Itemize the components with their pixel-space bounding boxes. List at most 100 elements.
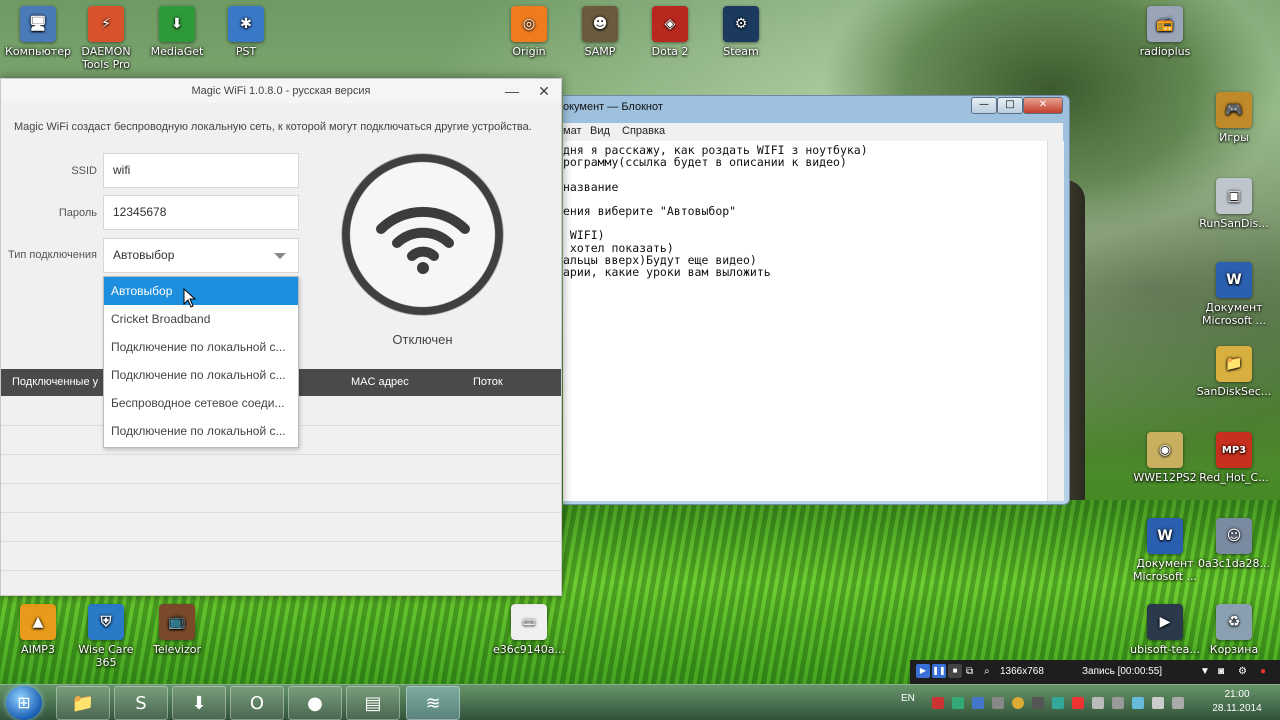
desktop-icon[interactable]: ▶ ubisoft-tea... xyxy=(1127,604,1203,656)
desktop-icon[interactable]: ◉ WWE12PS2 xyxy=(1127,432,1203,484)
notepad-minimize-button[interactable]: — xyxy=(971,97,997,114)
desktop-icon[interactable]: ◈ Dota 2 xyxy=(632,6,708,58)
desktop-icon-label: WWE12PS2 xyxy=(1133,471,1197,484)
flow-column-header[interactable]: Поток xyxy=(473,376,503,388)
desktop-icon[interactable]: 🖥 Компьютер xyxy=(0,6,76,58)
mouse-cursor-icon xyxy=(183,288,197,308)
desktop-icon[interactable]: 📁 SanDiskSec... xyxy=(1196,346,1272,398)
volume-icon[interactable] xyxy=(1152,697,1164,709)
desktop-icon[interactable]: W Документ Microsoft ... xyxy=(1196,262,1272,327)
desktop-icon-label: RunSanDis... xyxy=(1199,217,1269,230)
connection-type-dropdown[interactable]: Автовыбор Cricket Broadband Подключение по… xyxy=(103,276,299,448)
notepad-close-button[interactable]: ✕ xyxy=(1023,97,1063,114)
minimize-button[interactable]: — xyxy=(501,81,523,101)
notepad-maximize-button[interactable]: □ xyxy=(997,97,1023,114)
notepad-line: арии, какие уроки вам выложить xyxy=(563,264,771,279)
tray-icon[interactable] xyxy=(1092,697,1104,709)
tray-icon[interactable] xyxy=(1032,697,1044,709)
table-row[interactable] xyxy=(1,455,561,484)
menu-format[interactable]: мат xyxy=(563,125,581,137)
dropdown-option[interactable]: Беспроводное сетевое соеди... xyxy=(104,389,298,417)
chevron-down-icon[interactable] xyxy=(274,253,286,259)
recorder-play-icon[interactable]: ▶ xyxy=(916,664,930,678)
taskbar-button[interactable]: ▤ xyxy=(346,686,400,720)
desktop-icon[interactable]: W Документ Microsoft ... xyxy=(1127,518,1203,583)
tray-icon[interactable] xyxy=(1012,697,1024,709)
table-row[interactable] xyxy=(1,484,561,513)
desktop-icon[interactable]: 🎮 Игры xyxy=(1196,92,1272,144)
dropdown-option[interactable]: Автовыбор xyxy=(104,277,298,305)
tray-icon[interactable] xyxy=(1072,697,1084,709)
mac-column-header[interactable]: MAC адрес xyxy=(351,376,409,388)
steam-icon: ⚙ xyxy=(723,6,759,42)
taskbar-button[interactable]: 📁 xyxy=(56,686,110,720)
power-icon[interactable] xyxy=(1172,697,1184,709)
desktop-icon[interactable]: ⚡ DAEMON Tools Pro xyxy=(68,6,144,71)
dropdown-option[interactable]: Подключение по локальной с... xyxy=(104,417,298,445)
dota2-icon: ◈ xyxy=(652,6,688,42)
camera-icon[interactable]: ◙ xyxy=(1218,666,1224,677)
menu-help[interactable]: Справка xyxy=(622,125,665,137)
desktop-icon[interactable]: ♻ Корзина xyxy=(1196,604,1272,656)
desktop-icon-label: Steam xyxy=(723,45,759,58)
desktop-icon[interactable]: ▣ RunSanDis... xyxy=(1196,178,1272,230)
desktop-icon[interactable]: ⬇ MediaGet xyxy=(139,6,215,58)
notepad-window[interactable]: окумент — Блокнот — □ ✕ мат Вид Справка … xyxy=(563,95,1070,505)
wifi-icon xyxy=(375,206,470,274)
desktop-icon[interactable]: ☻ SAMP xyxy=(562,6,638,58)
notepad-line: ения виберите "Автовыбор" xyxy=(563,203,737,218)
desktop-icon[interactable]: ⛨ Wise Care 365 xyxy=(68,604,144,669)
start-button[interactable]: ⊞ xyxy=(6,686,42,720)
ssid-input[interactable]: wifi xyxy=(103,153,299,188)
devices-column-header[interactable]: Подключенные у xyxy=(12,376,98,388)
notepad-scrollbar[interactable] xyxy=(1047,141,1064,501)
taskbar-button[interactable]: S xyxy=(114,686,168,720)
desktop-icon[interactable]: ⚙ Steam xyxy=(703,6,779,58)
desktop-icon[interactable]: MP3 Red_Hot_C... xyxy=(1196,432,1272,484)
desktop-icon[interactable]: ☺ 0a3c1da28... xyxy=(1196,518,1272,570)
dropdown-option[interactable]: Подключение по локальной с... xyxy=(104,361,298,389)
settings-icon[interactable]: ⚙ xyxy=(1238,666,1247,677)
desktop-icon[interactable]: ◎ Origin xyxy=(491,6,567,58)
taskbar-button[interactable]: ≋ xyxy=(406,686,460,720)
tray-icon[interactable] xyxy=(992,697,1004,709)
close-button[interactable]: ✕ xyxy=(533,81,555,101)
dropdown-arrow-icon[interactable]: ▼ xyxy=(1200,666,1210,677)
taskbar-button[interactable]: ● xyxy=(288,686,342,720)
taskbar-button[interactable]: ⬇ xyxy=(172,686,226,720)
runsandisk-icon: ▣ xyxy=(1216,178,1252,214)
recorder-stop-icon[interactable]: ■ xyxy=(948,664,962,678)
tray-icon[interactable] xyxy=(972,697,984,709)
network-icon[interactable] xyxy=(1132,697,1144,709)
menu-view[interactable]: Вид xyxy=(590,125,610,137)
taskbar-button[interactable]: O xyxy=(230,686,284,720)
language-indicator[interactable]: EN xyxy=(901,693,915,704)
table-row[interactable] xyxy=(1,542,561,571)
tray-icon[interactable] xyxy=(952,697,964,709)
word-document-icon: W xyxy=(1216,262,1252,298)
notepad-line: хотел показать) xyxy=(563,240,674,255)
ssid-label: SSID xyxy=(71,165,97,177)
password-input[interactable]: 12345678 xyxy=(103,195,299,230)
recorder-pause-icon[interactable]: ❚❚ xyxy=(932,664,946,678)
recorder-tray-icon[interactable] xyxy=(932,697,944,709)
desktop-icon[interactable]: 📻 radioplus xyxy=(1127,6,1203,58)
desktop-icon[interactable]: ▭ e36c9140a... xyxy=(491,604,567,656)
notepad-text-area[interactable]: дня я расскажу, как роздать WIFI з ноутб… xyxy=(563,141,1047,501)
mediaget-icon: ⬇ xyxy=(159,6,195,42)
record-dot-icon[interactable]: ● xyxy=(1260,666,1266,677)
dropdown-option[interactable]: Cricket Broadband xyxy=(104,305,298,333)
tray-icon[interactable] xyxy=(1112,697,1124,709)
clock[interactable]: 21:00 28.11.2014 xyxy=(1202,688,1272,716)
table-row[interactable] xyxy=(1,513,561,542)
start-hotspot-button[interactable] xyxy=(341,153,504,316)
tray-icon[interactable] xyxy=(1052,697,1064,709)
desktop-icon[interactable]: 📺 Televizor xyxy=(139,604,215,656)
word-document-icon: W xyxy=(1147,518,1183,554)
desktop-icon[interactable]: ✱ PST xyxy=(208,6,284,58)
window-mode-icon[interactable]: ⧉ xyxy=(966,666,973,677)
desktop-icon[interactable]: ▲ AIMP3 xyxy=(0,604,76,656)
connection-type-select[interactable]: Автовыбор xyxy=(103,238,299,273)
zoom-icon[interactable]: ⌕ xyxy=(984,666,990,677)
dropdown-option[interactable]: Подключение по локальной с... xyxy=(104,333,298,361)
